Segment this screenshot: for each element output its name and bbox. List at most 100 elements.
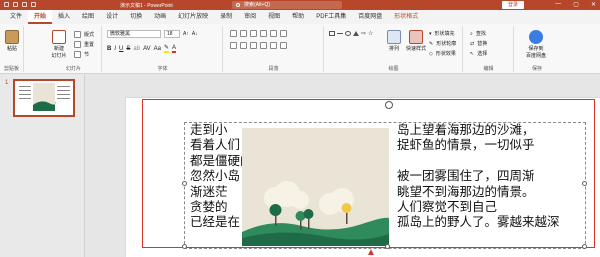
- ribbon: 粘贴 剪贴板 新建 幻灯片 版式 重置 节 幻灯片 微软雅黑 18 A↑ A↓ …: [0, 24, 600, 74]
- shape-oval-icon[interactable]: [345, 31, 351, 36]
- resize-handle-bottom[interactable]: [385, 244, 390, 249]
- find-button[interactable]: ⌕ 查找: [470, 30, 486, 38]
- grow-font-button[interactable]: A↑: [183, 31, 189, 37]
- replace-icon: ⇄: [470, 40, 475, 47]
- resize-handle-bottom-left[interactable]: [182, 244, 187, 249]
- text-shadow-icon[interactable]: ab: [133, 46, 140, 52]
- arrange-icon: [387, 30, 401, 44]
- redo-icon[interactable]: [22, 2, 27, 7]
- select-button[interactable]: ↖ 选择: [470, 50, 488, 58]
- replace-button[interactable]: ⇄ 替换: [470, 40, 488, 48]
- decrease-indent-icon[interactable]: [250, 30, 257, 37]
- editing-group: ⌕ 查找 ⇄ 替换 ↖ 选择 编辑: [464, 26, 514, 72]
- new-slide-button[interactable]: 新建 幻灯片: [48, 30, 70, 59]
- present-icon[interactable]: [31, 2, 36, 7]
- tab-7[interactable]: 幻灯片放映: [172, 10, 214, 24]
- slide-thumbnail[interactable]: [13, 79, 75, 117]
- shape-outline-button[interactable]: ✎ 形状轮廓: [429, 40, 456, 48]
- tab-2[interactable]: 插入: [52, 10, 76, 24]
- layout-label: 版式: [84, 32, 95, 38]
- save-group: 保存到 百度网盘 保存: [515, 26, 559, 72]
- highlight-icon[interactable]: ✎: [163, 44, 169, 53]
- effects-icon: ◇: [429, 50, 433, 57]
- replace-label: 替换: [477, 41, 488, 47]
- resize-handle-right[interactable]: [582, 181, 587, 186]
- tab-11[interactable]: 帮助: [286, 10, 310, 24]
- bullets-icon[interactable]: [230, 30, 237, 37]
- resize-handle-left[interactable]: [182, 181, 187, 186]
- save-baidu-button[interactable]: 保存到 百度网盘: [525, 30, 547, 59]
- font-color-button[interactable]: A: [172, 45, 177, 53]
- resize-handle-bottom-right[interactable]: [582, 244, 587, 249]
- search-icon: [236, 3, 240, 7]
- tab-4[interactable]: 设计: [100, 10, 124, 24]
- shape-arrow-icon[interactable]: ⇨: [361, 30, 366, 37]
- paragraph-row-2: [230, 42, 287, 49]
- tab-5[interactable]: 切换: [124, 10, 148, 24]
- text-direction-icon[interactable]: [280, 30, 287, 37]
- paste-button[interactable]: 粘贴: [1, 30, 23, 52]
- strikethrough-button[interactable]: S: [126, 46, 130, 52]
- columns-icon[interactable]: [270, 42, 277, 49]
- tab-13[interactable]: 百度网盘: [352, 10, 388, 24]
- rotate-handle[interactable]: [385, 101, 393, 109]
- tab-9[interactable]: 审阅: [238, 10, 262, 24]
- select-label: 选择: [477, 51, 488, 57]
- font-group: 微软雅黑 18 A↑ A↓ B I U S ab AV Aa ✎ A 字体: [103, 26, 223, 72]
- undo-icon[interactable]: [13, 2, 18, 7]
- window-controls: — ▢ ✕: [555, 1, 596, 8]
- search-box[interactable]: 搜索(Alt+Q): [232, 1, 342, 9]
- char-spacing-icon[interactable]: AV: [143, 46, 151, 52]
- save-icon[interactable]: [4, 2, 9, 7]
- drawing-group-label: 绘图: [388, 66, 399, 72]
- tab-14[interactable]: 形状格式: [388, 10, 424, 24]
- quick-styles-button[interactable]: 快速样式: [405, 30, 427, 52]
- pen-icon: ✎: [429, 40, 434, 47]
- shape-rect-icon[interactable]: [329, 31, 335, 36]
- shape-triangle-icon[interactable]: [353, 31, 359, 36]
- arrange-button[interactable]: 排列: [383, 30, 405, 52]
- change-case-icon[interactable]: Aa: [154, 46, 161, 52]
- align-left-icon[interactable]: [230, 42, 237, 49]
- tab-1[interactable]: 开始: [28, 10, 53, 24]
- reset-button[interactable]: 重置: [74, 41, 94, 48]
- clipboard-group-label: 剪贴板: [3, 66, 19, 72]
- tab-3[interactable]: 绘图: [76, 10, 100, 24]
- smartart-icon[interactable]: [280, 42, 287, 49]
- paint-bucket-icon: ▾: [429, 30, 432, 37]
- editing-group-label: 编辑: [483, 66, 494, 72]
- shrink-font-button[interactable]: A↓: [192, 31, 198, 37]
- paragraph-group-label: 段落: [268, 66, 279, 72]
- restore-button[interactable]: ▢: [573, 1, 579, 8]
- shape-star-icon[interactable]: ☆: [368, 30, 373, 37]
- minimize-button[interactable]: —: [555, 1, 561, 8]
- tab-0[interactable]: 文件: [4, 10, 28, 24]
- line-spacing-icon[interactable]: [270, 30, 277, 37]
- layout-button[interactable]: 版式: [74, 31, 94, 38]
- increase-indent-icon[interactable]: [260, 30, 267, 37]
- tab-12[interactable]: PDF工具集: [310, 10, 352, 24]
- section-button[interactable]: 节: [74, 51, 89, 58]
- shape-fill-button[interactable]: ▾ 形状填充: [429, 30, 455, 38]
- tab-10[interactable]: 视图: [262, 10, 286, 24]
- section-icon: [74, 51, 81, 58]
- shapes-gallery[interactable]: ⇨ ☆: [329, 30, 383, 37]
- tab-8[interactable]: 录制: [214, 10, 238, 24]
- tab-6[interactable]: 动画: [148, 10, 172, 24]
- align-center-icon[interactable]: [240, 42, 247, 49]
- bold-button[interactable]: B: [107, 46, 111, 52]
- font-name-combo[interactable]: 微软雅黑: [107, 30, 161, 38]
- close-button[interactable]: ✕: [591, 1, 596, 8]
- justify-icon[interactable]: [260, 42, 267, 49]
- font-size-combo[interactable]: 18: [164, 30, 180, 38]
- italic-button[interactable]: I: [114, 46, 116, 52]
- quick-styles-label: 快速样式: [405, 46, 426, 52]
- shape-effects-button[interactable]: ◇ 形状效果: [429, 50, 456, 58]
- font-row-2: B I U S ab AV Aa ✎ A: [107, 44, 177, 53]
- numbering-icon[interactable]: [240, 30, 247, 37]
- slides-group: 新建 幻灯片 版式 重置 节 幻灯片: [46, 26, 102, 72]
- align-right-icon[interactable]: [250, 42, 257, 49]
- shape-line-icon[interactable]: [337, 33, 343, 34]
- login-button[interactable]: 登录: [502, 1, 524, 9]
- underline-button[interactable]: U: [119, 46, 123, 52]
